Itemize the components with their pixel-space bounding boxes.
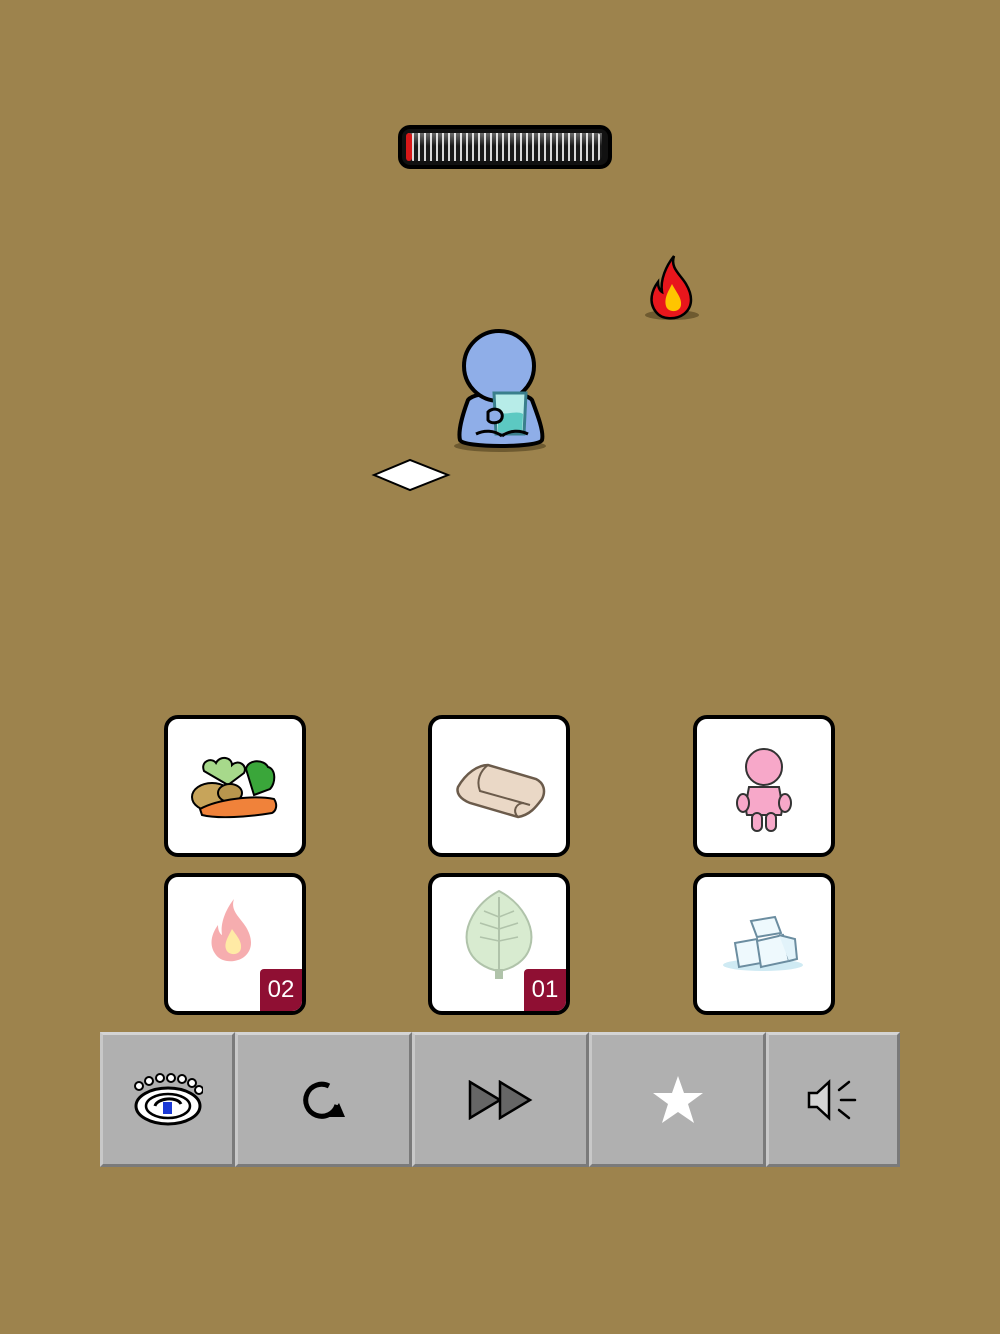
inventory-slot-pink-doll[interactable]: [693, 715, 835, 857]
heat-meter: [398, 125, 612, 169]
pink-doll-icon: [736, 748, 792, 832]
sound-button[interactable]: [766, 1032, 900, 1167]
star-icon: [652, 1075, 703, 1123]
inventory-slot-ice[interactable]: [693, 873, 835, 1015]
app-logo-icon: [133, 1072, 203, 1125]
item-count-badge: 01: [524, 969, 566, 1011]
skip-button[interactable]: [412, 1032, 589, 1167]
towel-icon: [456, 763, 546, 819]
favorite-button[interactable]: [589, 1032, 766, 1167]
ice-cubes-icon: [723, 915, 803, 971]
inventory-slot-fire[interactable]: 02: [164, 873, 306, 1015]
campfire-sprite[interactable]: [640, 250, 704, 324]
restart-icon: [302, 1081, 345, 1119]
speaker-icon: [807, 1078, 857, 1121]
heat-meter-track: [408, 133, 602, 161]
restart-button[interactable]: [235, 1032, 412, 1167]
vegetables-icon: [191, 757, 278, 819]
paper-note-sprite[interactable]: [370, 456, 452, 494]
heat-meter-fill: [406, 133, 412, 161]
logo-button[interactable]: [100, 1032, 235, 1167]
inventory-slot-vegetables[interactable]: [164, 715, 306, 857]
fast-forward-icon: [468, 1079, 532, 1120]
inventory-slot-towel[interactable]: [428, 715, 570, 857]
bottom-toolbar: [100, 1032, 900, 1167]
blue-character-sprite[interactable]: [450, 326, 550, 456]
inventory-slot-leaf[interactable]: 01: [428, 873, 570, 1015]
item-count-badge: 02: [260, 969, 302, 1011]
